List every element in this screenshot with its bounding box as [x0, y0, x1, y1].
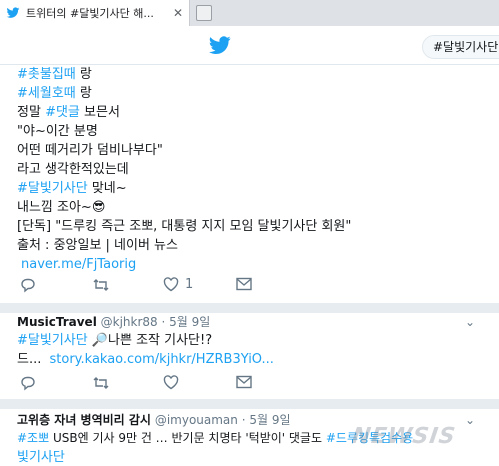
- tweet-text: 내느낌 조아~😎: [17, 200, 106, 215]
- tweet-text-line: 내느낌 조아~😎: [17, 198, 487, 217]
- tweet-text: 랑: [75, 67, 92, 82]
- tweet-text-line: 라고 생각한적있는데: [17, 160, 487, 179]
- tweet-text: 드...: [17, 352, 42, 367]
- tweet-text: 라고 생각한적있는데: [17, 162, 129, 177]
- tweet-header: MusicTravel @kjhkr88 · 5월 9일: [17, 313, 487, 331]
- tweet-text-line: #세월호때 랑: [17, 84, 487, 103]
- tweet-text: "야~이간 분명: [17, 124, 98, 139]
- caret-down-icon[interactable]: ⌄: [465, 413, 475, 427]
- retweet-icon[interactable]: [92, 375, 110, 391]
- tweet-card[interactable]: MusicTravel @kjhkr88 · 5월 9일 ⌄ #달빛기사단 🔎나…: [17, 313, 487, 369]
- tweet-text-line: "야~이간 분명: [17, 122, 487, 141]
- caret-down-icon[interactable]: ⌄: [465, 315, 475, 329]
- tweet-text: 보믄서: [79, 105, 120, 120]
- tweet-text-line: #달빛기사단 맞네~: [17, 179, 487, 198]
- heart-icon[interactable]: [163, 375, 179, 390]
- tweet-text-line: 출처 : 중앙일보 | 네이버 뉴스: [17, 236, 487, 255]
- hashtag[interactable]: #촛불집때: [17, 67, 76, 82]
- search-input[interactable]: #달빛기사단: [422, 35, 499, 59]
- hashtag[interactable]: #댓글: [45, 105, 80, 120]
- author-handle[interactable]: @kjhkr88: [101, 315, 158, 329]
- dm-icon[interactable]: [236, 277, 252, 291]
- heart-icon: [163, 277, 179, 292]
- tweet-text: USB엔 기사 9만 건 … 반기문 치명타 '턱받이' 댓글도: [49, 431, 326, 445]
- tweet-text: 어떤 떼거리가 덤비나부다": [17, 143, 163, 158]
- new-tab-button[interactable]: [196, 5, 212, 21]
- close-icon[interactable]: ✕: [173, 6, 183, 20]
- like-button[interactable]: 1: [163, 277, 193, 292]
- tweet-time[interactable]: 5월 9일: [169, 315, 210, 329]
- dot-separator: ·: [161, 315, 166, 329]
- tweet-text-line: naver.me/FjTaorig: [17, 255, 487, 274]
- tweet-text-line: 빛기사단: [17, 448, 487, 466]
- tweet-text-line: 어떤 떼거리가 덤비나부다": [17, 141, 487, 160]
- twitter-header: #달빛기사단: [0, 27, 499, 65]
- tweet-actions: [0, 375, 499, 395]
- author-handle[interactable]: @imyouaman: [155, 413, 238, 427]
- tweet-text-line: 정말 #댓글 보믄서: [17, 103, 487, 122]
- tweet-text: 맞네~: [87, 181, 127, 196]
- twitter-favicon-icon: [6, 6, 20, 20]
- hashtag[interactable]: #달빛기사단: [17, 333, 88, 348]
- tweet-text-line: 드... story.kakao.com/kjhkr/HZRB3YiO...: [17, 350, 487, 369]
- tweet-link[interactable]: story.kakao.com/kjhkr/HZRB3YiO...: [50, 352, 274, 367]
- author-name[interactable]: MusicTravel: [17, 315, 97, 329]
- tweet-card[interactable]: #촛불집때 랑 #세월호때 랑 정말 #댓글 보믄서 "야~이간 분명 어떤 떼거리가 …: [17, 65, 487, 274]
- tweet-separator: [0, 399, 499, 409]
- timeline: #촛불집때 랑 #세월호때 랑 정말 #댓글 보믄서 "야~이간 분명 어떤 떼거리가 …: [0, 65, 499, 466]
- dot-separator: ·: [241, 413, 246, 427]
- reply-icon[interactable]: [20, 375, 36, 391]
- tab-title: 트위터의 #달빛기사단 해...: [26, 7, 154, 20]
- newsis-watermark: NEWSIS: [350, 424, 458, 449]
- browser-tab[interactable]: 트위터의 #달빛기사단 해... ✕: [0, 0, 190, 26]
- retweet-icon[interactable]: [92, 277, 110, 293]
- tweet-text: 출처 : 중앙일보 | 네이버 뉴스: [17, 238, 178, 253]
- hashtag[interactable]: #달빛기사단: [17, 181, 88, 196]
- tweet-text: 랑: [75, 86, 92, 101]
- tweet-text-line: [단독] "드루킹 즉근 조뽀, 대통령 지지 모임 달빛기사단 회원": [17, 217, 487, 236]
- hashtag[interactable]: 빛기사단: [17, 450, 65, 465]
- tweet-time[interactable]: 5월 9일: [249, 413, 290, 427]
- tweet-text: [단독] "드루킹 즉근 조뽀, 대통령 지지 모임 달빛기사단 회원": [17, 219, 352, 234]
- tweet-text-line: #달빛기사단 🔎나쁜 조작 기사단!?: [17, 331, 487, 350]
- dm-icon[interactable]: [236, 375, 252, 389]
- hashtag[interactable]: #조뽀: [17, 431, 49, 445]
- hashtag[interactable]: #세월호때: [17, 86, 76, 101]
- tweet-text: 🔎나쁜 조작 기사단!?: [91, 333, 213, 348]
- tweet-actions: 1: [0, 277, 499, 297]
- browser-tab-bar: 트위터의 #달빛기사단 해... ✕: [0, 0, 499, 26]
- like-count: 1: [185, 277, 194, 292]
- tweet-link[interactable]: naver.me/FjTaorig: [21, 257, 136, 272]
- tweet-separator: [0, 303, 499, 313]
- tweet-text: 정말: [17, 105, 46, 120]
- author-name[interactable]: 고위층 자녀 병역비리 감시: [17, 413, 151, 427]
- tweet-text-line: #촛불집때 랑: [17, 65, 487, 84]
- reply-icon[interactable]: [20, 277, 36, 293]
- twitter-bird-icon[interactable]: [209, 36, 231, 60]
